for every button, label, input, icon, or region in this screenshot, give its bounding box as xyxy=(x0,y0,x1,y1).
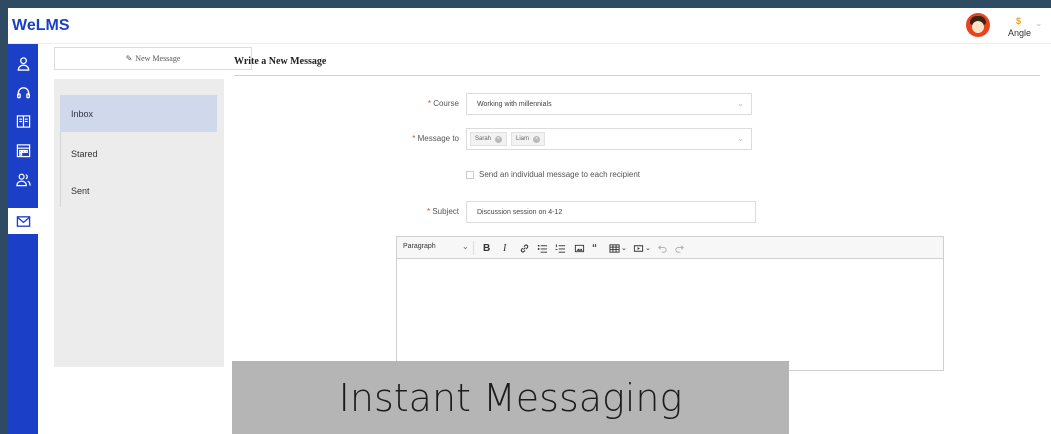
subject-label: * Subject xyxy=(369,207,459,216)
subject-label-text: Subject xyxy=(432,207,459,216)
new-message-label: New Message xyxy=(135,54,181,63)
message-editor: Paragraph ⌄ B I “ ⌄ ⌄ xyxy=(396,236,944,371)
editor-content[interactable] xyxy=(397,259,943,371)
recipient-tag[interactable]: Liam × xyxy=(511,132,546,146)
chevron-down-icon[interactable]: ⌄ xyxy=(462,242,469,251)
subject-input[interactable]: Discussion session on 4-12 xyxy=(466,201,756,223)
course-select[interactable]: Working with millennials ⌄ xyxy=(466,93,752,115)
course-label-text: Course xyxy=(433,99,459,108)
close-icon[interactable]: × xyxy=(495,135,503,143)
new-message-button[interactable]: ✎ New Message xyxy=(54,47,252,70)
block-quote-icon[interactable]: “ xyxy=(592,240,597,256)
recipient-name: Sarah xyxy=(475,136,492,142)
folder-inbox-label: Inbox xyxy=(71,108,94,119)
avatar-face xyxy=(972,21,984,33)
numbered-list-icon[interactable] xyxy=(555,240,566,256)
chevron-down-icon: ⌄ xyxy=(737,99,744,108)
folder-sent-label: Sent xyxy=(71,185,90,196)
app-logo[interactable]: WeLMS xyxy=(12,17,69,35)
caption-overlay: Instant Messaging xyxy=(232,361,789,434)
nav-user-icon[interactable] xyxy=(8,50,38,76)
folder-sent[interactable]: Sent xyxy=(60,172,217,209)
folder-stared-label: Stared xyxy=(71,148,98,159)
toolbar-divider xyxy=(473,241,474,255)
title-divider xyxy=(234,75,1040,76)
chevron-down-icon[interactable]: ⌄ xyxy=(645,240,651,256)
user-name[interactable]: Angle xyxy=(1008,28,1031,38)
page-title: Write a New Message xyxy=(234,56,327,67)
course-label: * Course xyxy=(369,99,459,108)
chevron-down-icon: ⌄ xyxy=(737,134,744,143)
recipient-tag[interactable]: Sarah × xyxy=(470,132,508,146)
message-to-label-text: Message to xyxy=(417,134,459,143)
top-header: WeLMS $ Angle ⌄ xyxy=(8,8,1051,44)
undo-icon[interactable] xyxy=(657,240,668,256)
chevron-down-icon[interactable]: ⌄ xyxy=(621,240,627,256)
nav-headphones-icon[interactable] xyxy=(8,79,38,105)
italic-icon[interactable]: I xyxy=(503,240,506,256)
folder-panel: Inbox Stared Sent xyxy=(54,79,224,367)
side-navbar xyxy=(8,44,38,434)
recipient-name: Liam xyxy=(516,136,530,142)
subject-value: Discussion session on 4-12 xyxy=(477,208,563,216)
redo-icon[interactable] xyxy=(674,240,685,256)
individual-message-checkbox[interactable] xyxy=(466,171,474,179)
app-window: WeLMS $ Angle ⌄ ✎ New Message Inbox Star… xyxy=(8,8,1051,434)
folder-inbox[interactable]: Inbox xyxy=(60,95,217,132)
pencil-icon: ✎ xyxy=(125,54,133,63)
editor-toolbar: Paragraph ⌄ B I “ ⌄ ⌄ xyxy=(397,237,943,259)
individual-message-label[interactable]: Send an individual message to each recip… xyxy=(479,170,640,179)
nav-book-icon[interactable] xyxy=(8,108,38,134)
bulleted-list-icon[interactable] xyxy=(537,240,548,256)
chevron-down-icon[interactable]: ⌄ xyxy=(1035,18,1043,29)
required-mark: * xyxy=(427,99,431,108)
nav-calendar-icon[interactable] xyxy=(8,137,38,163)
required-mark: * xyxy=(426,207,431,216)
bold-icon[interactable]: B xyxy=(483,240,490,256)
close-icon[interactable]: × xyxy=(533,135,541,143)
course-value: Working with millennials xyxy=(477,100,552,108)
table-icon[interactable] xyxy=(609,240,620,256)
message-to-label: * Message to xyxy=(369,134,459,143)
image-icon[interactable] xyxy=(574,240,585,256)
link-icon[interactable] xyxy=(519,240,530,256)
user-avatar-icon[interactable] xyxy=(966,13,990,37)
required-mark: * xyxy=(412,134,416,143)
nav-mail-icon[interactable] xyxy=(8,208,38,234)
nav-group-icon[interactable] xyxy=(8,166,38,192)
block-format-select[interactable]: Paragraph xyxy=(403,243,436,250)
media-icon[interactable] xyxy=(633,240,644,256)
user-balance-icon: $ xyxy=(1016,16,1022,26)
recipients-select[interactable]: Sarah × Liam × ⌄ xyxy=(466,128,752,150)
folder-stared[interactable]: Stared xyxy=(60,135,217,172)
